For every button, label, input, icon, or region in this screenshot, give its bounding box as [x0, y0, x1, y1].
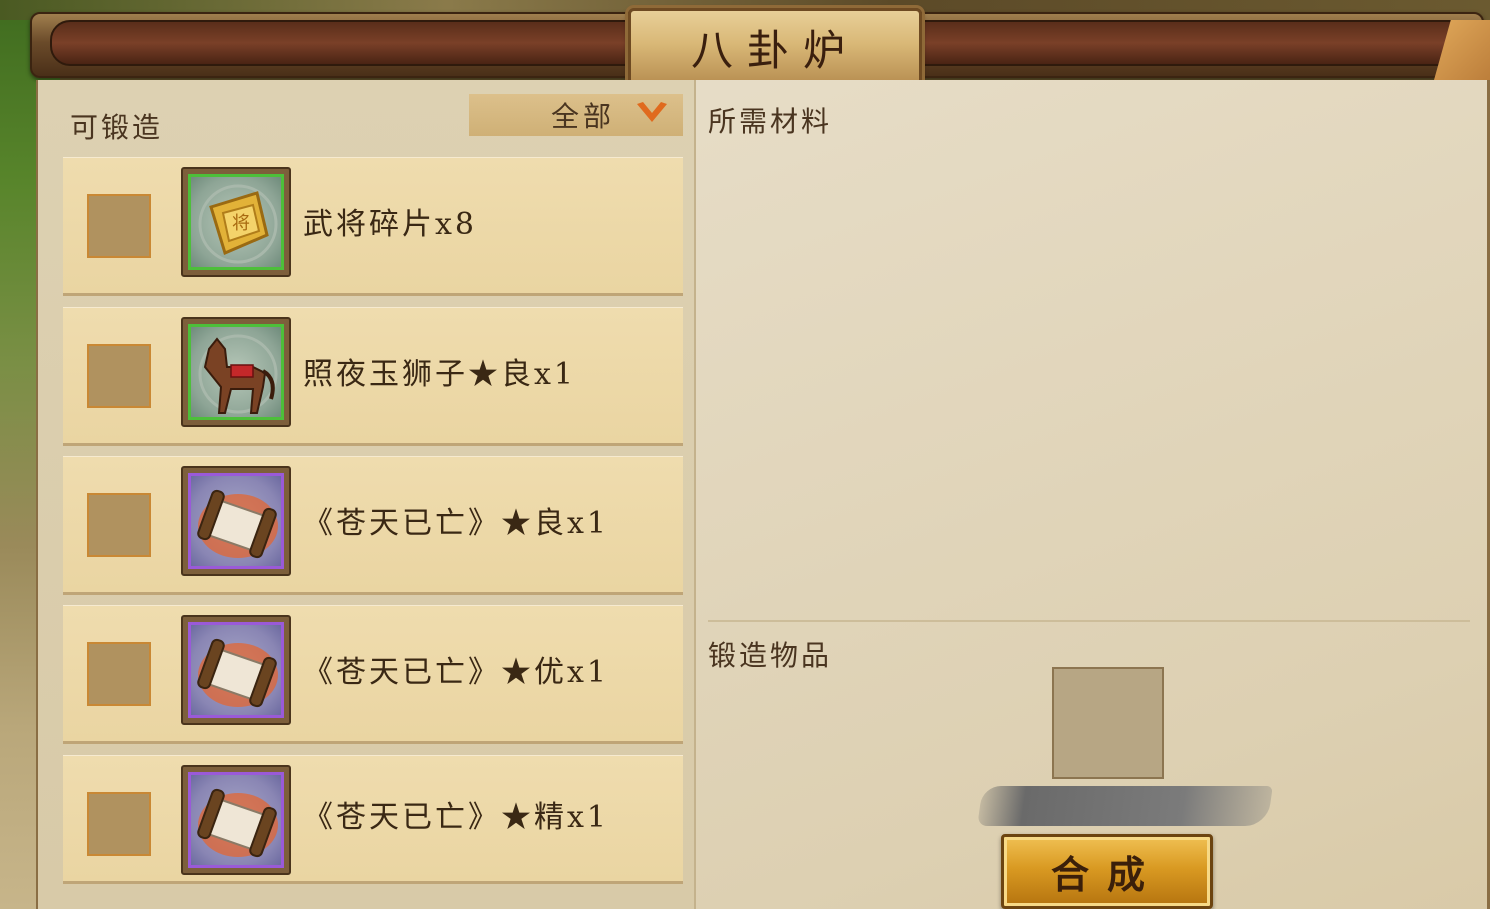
- item-name: 《苍天已亡》★优x1: [303, 655, 610, 690]
- list-item[interactable]: 《苍天已亡》★精x1: [63, 755, 683, 884]
- item-icon-frame: [181, 615, 291, 725]
- column-divider: [694, 80, 696, 909]
- result-item-slot: [1052, 667, 1164, 779]
- item-name: 《苍天已亡》★精x1: [303, 800, 610, 835]
- filter-dropdown[interactable]: 全部: [469, 94, 683, 136]
- filter-selected-label: 全部: [550, 100, 615, 133]
- item-checkbox[interactable]: [87, 792, 151, 856]
- list-item[interactable]: 《苍天已亡》★优x1: [63, 605, 683, 744]
- chevron-down-icon: [637, 102, 667, 122]
- craft-button[interactable]: 合成: [1001, 834, 1213, 909]
- scroll-icon: [188, 772, 284, 868]
- item-checkbox[interactable]: [87, 493, 151, 557]
- craft-button-label: 合成: [1050, 852, 1163, 897]
- list-item[interactable]: 将 武将碎片x8: [63, 157, 683, 296]
- item-name: 《苍天已亡》★良x1: [303, 506, 610, 541]
- item-checkbox[interactable]: [87, 642, 151, 706]
- svg-text:将: 将: [232, 213, 250, 234]
- horse-icon: [188, 324, 284, 420]
- item-checkbox[interactable]: [87, 194, 151, 258]
- item-icon-frame: [181, 466, 291, 576]
- window-title: 八卦炉: [690, 25, 859, 75]
- ink-smear-decoration: [977, 786, 1273, 826]
- section-divider: [708, 620, 1470, 622]
- item-name: 武将碎片x8: [303, 207, 478, 242]
- item-icon-frame: 将: [181, 167, 291, 277]
- list-item[interactable]: 照夜玉狮子★良x1: [63, 307, 683, 446]
- title-plaque: 八卦炉: [628, 8, 922, 86]
- general-shard-icon: 将: [188, 174, 284, 270]
- item-name: 照夜玉狮子★良x1: [303, 357, 577, 392]
- materials-heading: 所需材料: [708, 105, 833, 138]
- list-item[interactable]: 《苍天已亡》★良x1: [63, 456, 683, 595]
- scroll-icon: [188, 473, 284, 569]
- craftable-heading: 可锻造: [70, 111, 164, 144]
- item-checkbox[interactable]: [87, 344, 151, 408]
- item-icon-frame: [181, 317, 291, 427]
- scroll-icon: [188, 622, 284, 718]
- item-icon-frame: [181, 765, 291, 875]
- result-heading: 锻造物品: [708, 639, 833, 672]
